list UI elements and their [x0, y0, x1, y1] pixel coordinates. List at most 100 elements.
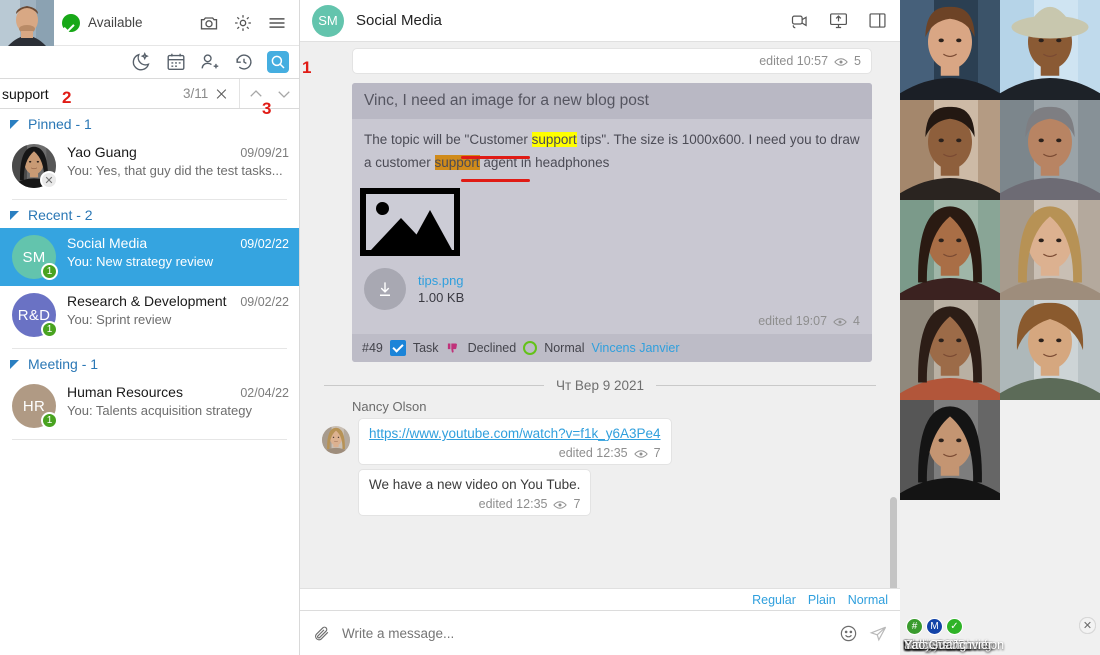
message-edited: edited 12:35	[479, 497, 548, 511]
search-icon[interactable]	[267, 51, 289, 73]
broken-image-placeholder-icon	[360, 188, 460, 256]
chat-name: Social Media	[67, 235, 147, 251]
thumbs-down-icon	[446, 341, 461, 356]
task-assignee[interactable]: Vincens Janvier	[592, 341, 680, 355]
contact-card[interactable]: ✕ Margaret Pearson	[1000, 100, 1100, 200]
contact-photo	[1000, 0, 1100, 100]
contact-card[interactable]: #M✓ Eldric Mann	[900, 0, 1000, 100]
contact-photo	[900, 100, 1000, 200]
remove-icon[interactable]: ✕	[40, 171, 58, 189]
date-separator-label: Чт Вер 9 2021	[556, 378, 644, 393]
attachment-filesize: 1.00 KB	[418, 290, 464, 305]
views-icon	[634, 448, 648, 458]
task-checkbox[interactable]	[390, 340, 406, 356]
chat-avatar: SM	[312, 5, 344, 37]
contact-card[interactable]: ✕ Vincens Janvier	[1000, 300, 1100, 400]
attachment[interactable]: tips.png 1.00 KB	[352, 266, 872, 314]
avatar-photo	[0, 0, 54, 46]
remove-contact-icon[interactable]: ✕	[1079, 617, 1096, 634]
chat-date: 09/02/22	[237, 237, 289, 251]
task-status-label: Declined	[468, 341, 517, 355]
camera-icon[interactable]	[199, 13, 219, 33]
views-icon	[553, 499, 567, 509]
chat-group-title: Pinned - 1	[28, 116, 92, 132]
chat-group-header[interactable]: Pinned - 1	[0, 109, 299, 137]
my-avatar[interactable]	[0, 0, 54, 46]
annotation-marker: 2	[62, 88, 71, 108]
close-icon[interactable]	[214, 85, 229, 103]
contact-photo	[900, 0, 1000, 100]
chat-panel: SM Social Media	[300, 0, 900, 655]
contact-card[interactable]: ✕ Nancy Olson	[1000, 200, 1100, 300]
task-body: The topic will be "Customer support tips…	[352, 119, 872, 180]
contact-badge-icon: ✓	[946, 618, 963, 635]
left-sidebar: Available	[0, 0, 300, 655]
collapse-triangle-icon[interactable]	[10, 211, 19, 220]
chat-list-item[interactable]: SM1 Social Media 09/02/22 You: New strat…	[0, 228, 299, 286]
task-priority-label: Normal	[544, 341, 584, 355]
task-id: #49	[362, 341, 383, 355]
message-bubble[interactable]: We have a new video on You Tube. edited …	[358, 469, 591, 516]
add-contact-icon[interactable]	[199, 51, 221, 73]
views-count: 4	[853, 314, 860, 328]
views-count: 7	[654, 446, 661, 460]
task-edited: edited 19:07	[758, 314, 827, 328]
search-next-button[interactable]	[275, 85, 293, 103]
video-call-icon[interactable]	[789, 10, 810, 31]
attachment-filename[interactable]: tips.png	[418, 273, 464, 288]
format-option-plain[interactable]: Plain	[808, 593, 836, 607]
search-bar: 3/11	[0, 78, 299, 109]
paperclip-icon[interactable]	[312, 624, 331, 643]
format-option-normal[interactable]: Normal	[848, 593, 888, 607]
search-input[interactable]	[0, 86, 183, 102]
collapse-triangle-icon[interactable]	[10, 120, 19, 129]
list-divider	[12, 439, 287, 440]
search-match-count: 3/11	[183, 86, 208, 101]
status-available-icon[interactable]	[62, 14, 80, 32]
priority-icon	[523, 341, 537, 355]
contact-card[interactable]: ✕ Bwana Mbanefo	[1000, 0, 1100, 100]
chat-group-header[interactable]: Meeting - 1	[0, 349, 299, 377]
calendar-icon[interactable]	[165, 51, 187, 73]
task-status-bar: #49 Task Declined Normal Vincens Janvier	[352, 334, 872, 362]
contact-card[interactable]: ✕ Yao Guang	[900, 400, 1000, 500]
collapse-triangle-icon[interactable]	[10, 360, 19, 369]
message-bubble[interactable]: https://www.youtube.com/watch?v=f1k_y6A3…	[358, 418, 672, 465]
hamburger-menu-icon[interactable]	[267, 13, 287, 33]
chat-preview: You: Yes, that guy did the test tasks...	[67, 163, 289, 178]
message-sender: Nancy Olson	[352, 399, 900, 414]
message-edited: edited 12:35	[559, 446, 628, 460]
task-message[interactable]: Vinc, I need an image for a new blog pos…	[352, 83, 872, 362]
message-list: edited 10:57 5 Vinc, I need an image for…	[300, 42, 900, 588]
search-highlight-1: support	[532, 132, 577, 147]
contact-card[interactable]: ✕ Monica Jenning	[900, 200, 1000, 300]
message-bubble-partial: edited 10:57 5	[352, 48, 872, 74]
unread-badge: 1	[41, 321, 58, 338]
chat-group-header[interactable]: Recent - 2	[0, 200, 299, 228]
contact-card[interactable]: ✕ Lucio Perea	[900, 100, 1000, 200]
message-link[interactable]: https://www.youtube.com/watch?v=f1k_y6A3…	[369, 426, 661, 441]
message-scrollbar[interactable]	[890, 497, 897, 588]
message-avatar	[322, 426, 350, 454]
send-icon[interactable]	[869, 624, 888, 643]
chat-list-item[interactable]: R&D1 Research & Development 09/02/22 You…	[0, 286, 299, 344]
red-underline-2	[461, 179, 530, 182]
smiley-icon[interactable]	[839, 624, 858, 643]
download-icon[interactable]	[364, 268, 406, 310]
message-input[interactable]	[342, 626, 828, 641]
screen-share-icon[interactable]	[828, 10, 849, 31]
contact-badges: #M✓	[906, 618, 963, 635]
chat-list-item[interactable]: ✕ Yao Guang 09/09/21 You: Yes, that guy …	[0, 137, 299, 195]
format-option-regular[interactable]: Regular	[752, 593, 796, 607]
chat-avatar: HR1	[12, 384, 56, 428]
annotation-marker: 3	[262, 99, 271, 119]
contact-photo	[1000, 200, 1100, 300]
chat-list-item[interactable]: HR1 Human Resources 02/04/22 You: Talent…	[0, 377, 299, 435]
task-title: Vinc, I need an image for a new blog pos…	[352, 83, 872, 119]
split-view-icon[interactable]	[867, 10, 888, 31]
do-not-disturb-icon[interactable]	[131, 51, 153, 73]
contact-card[interactable]: ✕ Sally French	[900, 300, 1000, 400]
task-text-part1: The topic will be "Customer	[364, 132, 532, 147]
gear-icon[interactable]	[233, 13, 253, 33]
history-icon[interactable]	[233, 51, 255, 73]
